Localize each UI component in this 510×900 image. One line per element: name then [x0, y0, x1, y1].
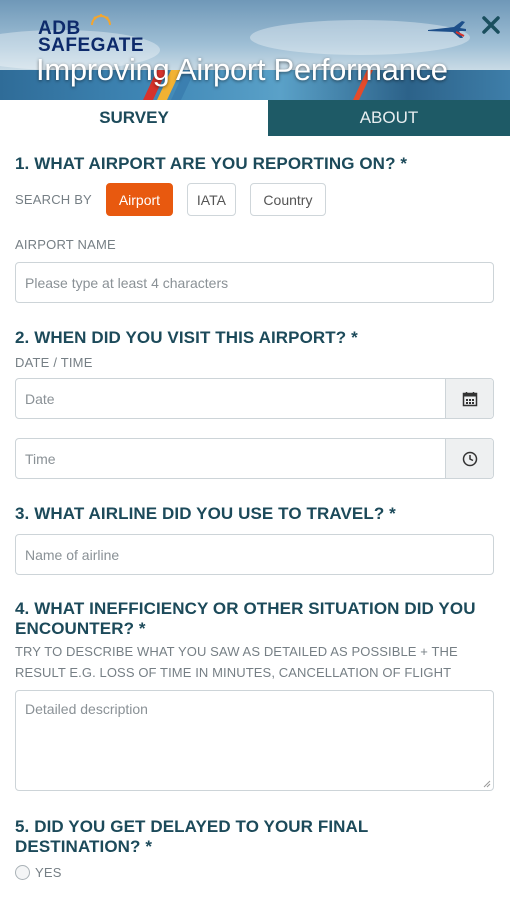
airline-input[interactable]: Name of airline	[15, 534, 494, 575]
tab-survey[interactable]: SURVEY	[0, 100, 268, 136]
close-icon[interactable]	[480, 14, 502, 36]
header-banner: ADB SAFEGATE Improving Airport Performan…	[0, 0, 510, 100]
survey-form: 1. WHAT AIRPORT ARE YOU REPORTING ON? * …	[0, 154, 510, 880]
date-input[interactable]: Date	[15, 378, 494, 419]
calendar-icon	[462, 391, 477, 406]
question-4-title-line2: ENCOUNTER? *	[15, 619, 146, 638]
question-4-hint-line1: TRY TO DESCRIBE WHAT YOU SAW AS DETAILED…	[15, 644, 458, 659]
search-by-row: SEARCH BY Airport IATA Country	[15, 183, 494, 216]
search-by-country-button[interactable]: Country	[249, 183, 326, 216]
description-textarea[interactable]: Detailed description	[15, 690, 494, 791]
airport-name-input[interactable]: Please type at least 4 characters	[15, 262, 494, 303]
search-by-iata-button[interactable]: IATA	[186, 183, 236, 216]
delayed-yes-radio[interactable]	[15, 865, 30, 880]
question-4-title: 4. WHAT INEFFICIENCY OR OTHER SITUATION …	[15, 599, 494, 639]
resize-handle-icon[interactable]	[483, 780, 491, 788]
search-by-airport-button[interactable]: Airport	[105, 183, 173, 216]
banner-title: Improving Airport Performance	[36, 52, 448, 87]
description-placeholder: Detailed description	[25, 701, 148, 717]
airport-name-label: AIRPORT NAME	[15, 237, 116, 252]
adb-safegate-logo: ADB SAFEGATE	[38, 14, 144, 55]
clock-button[interactable]	[445, 439, 493, 478]
question-2-title: 2. WHEN DID YOU VISIT THIS AIRPORT? *	[15, 328, 358, 347]
question-5-title-line2: DESTINATION? *	[15, 837, 153, 856]
airplane-icon	[428, 21, 466, 38]
question-4-hint: TRY TO DESCRIBE WHAT YOU SAW AS DETAILED…	[15, 641, 494, 683]
delayed-yes-option[interactable]: YES	[15, 865, 494, 880]
time-placeholder: Time	[25, 450, 56, 467]
date-time-label: DATE / TIME	[15, 355, 93, 370]
airline-placeholder: Name of airline	[25, 546, 120, 563]
calendar-button[interactable]	[445, 379, 493, 418]
question-3-title: 3. WHAT AIRLINE DID YOU USE TO TRAVEL? *	[15, 504, 396, 523]
clock-icon	[462, 451, 477, 466]
question-5-title: 5. DID YOU GET DELAYED TO YOUR FINAL DES…	[15, 817, 494, 857]
airport-name-placeholder: Please type at least 4 characters	[25, 274, 229, 291]
tab-about[interactable]: ABOUT	[268, 100, 510, 136]
question-4-title-line1: 4. WHAT INEFFICIENCY OR OTHER SITUATION …	[15, 599, 476, 618]
time-input[interactable]: Time	[15, 438, 494, 479]
question-5-title-line1: 5. DID YOU GET DELAYED TO YOUR FINAL	[15, 817, 369, 836]
date-placeholder: Date	[25, 390, 55, 407]
question-4-hint-line2: RESULT E.G. LOSS OF TIME IN MINUTES, CAN…	[15, 665, 452, 680]
search-by-label: SEARCH BY	[15, 192, 92, 207]
tab-bar: SURVEY ABOUT	[0, 100, 510, 136]
question-1-title: 1. WHAT AIRPORT ARE YOU REPORTING ON? *	[15, 154, 408, 173]
logo-sun-icon	[91, 14, 111, 26]
delayed-yes-label: YES	[35, 865, 62, 880]
